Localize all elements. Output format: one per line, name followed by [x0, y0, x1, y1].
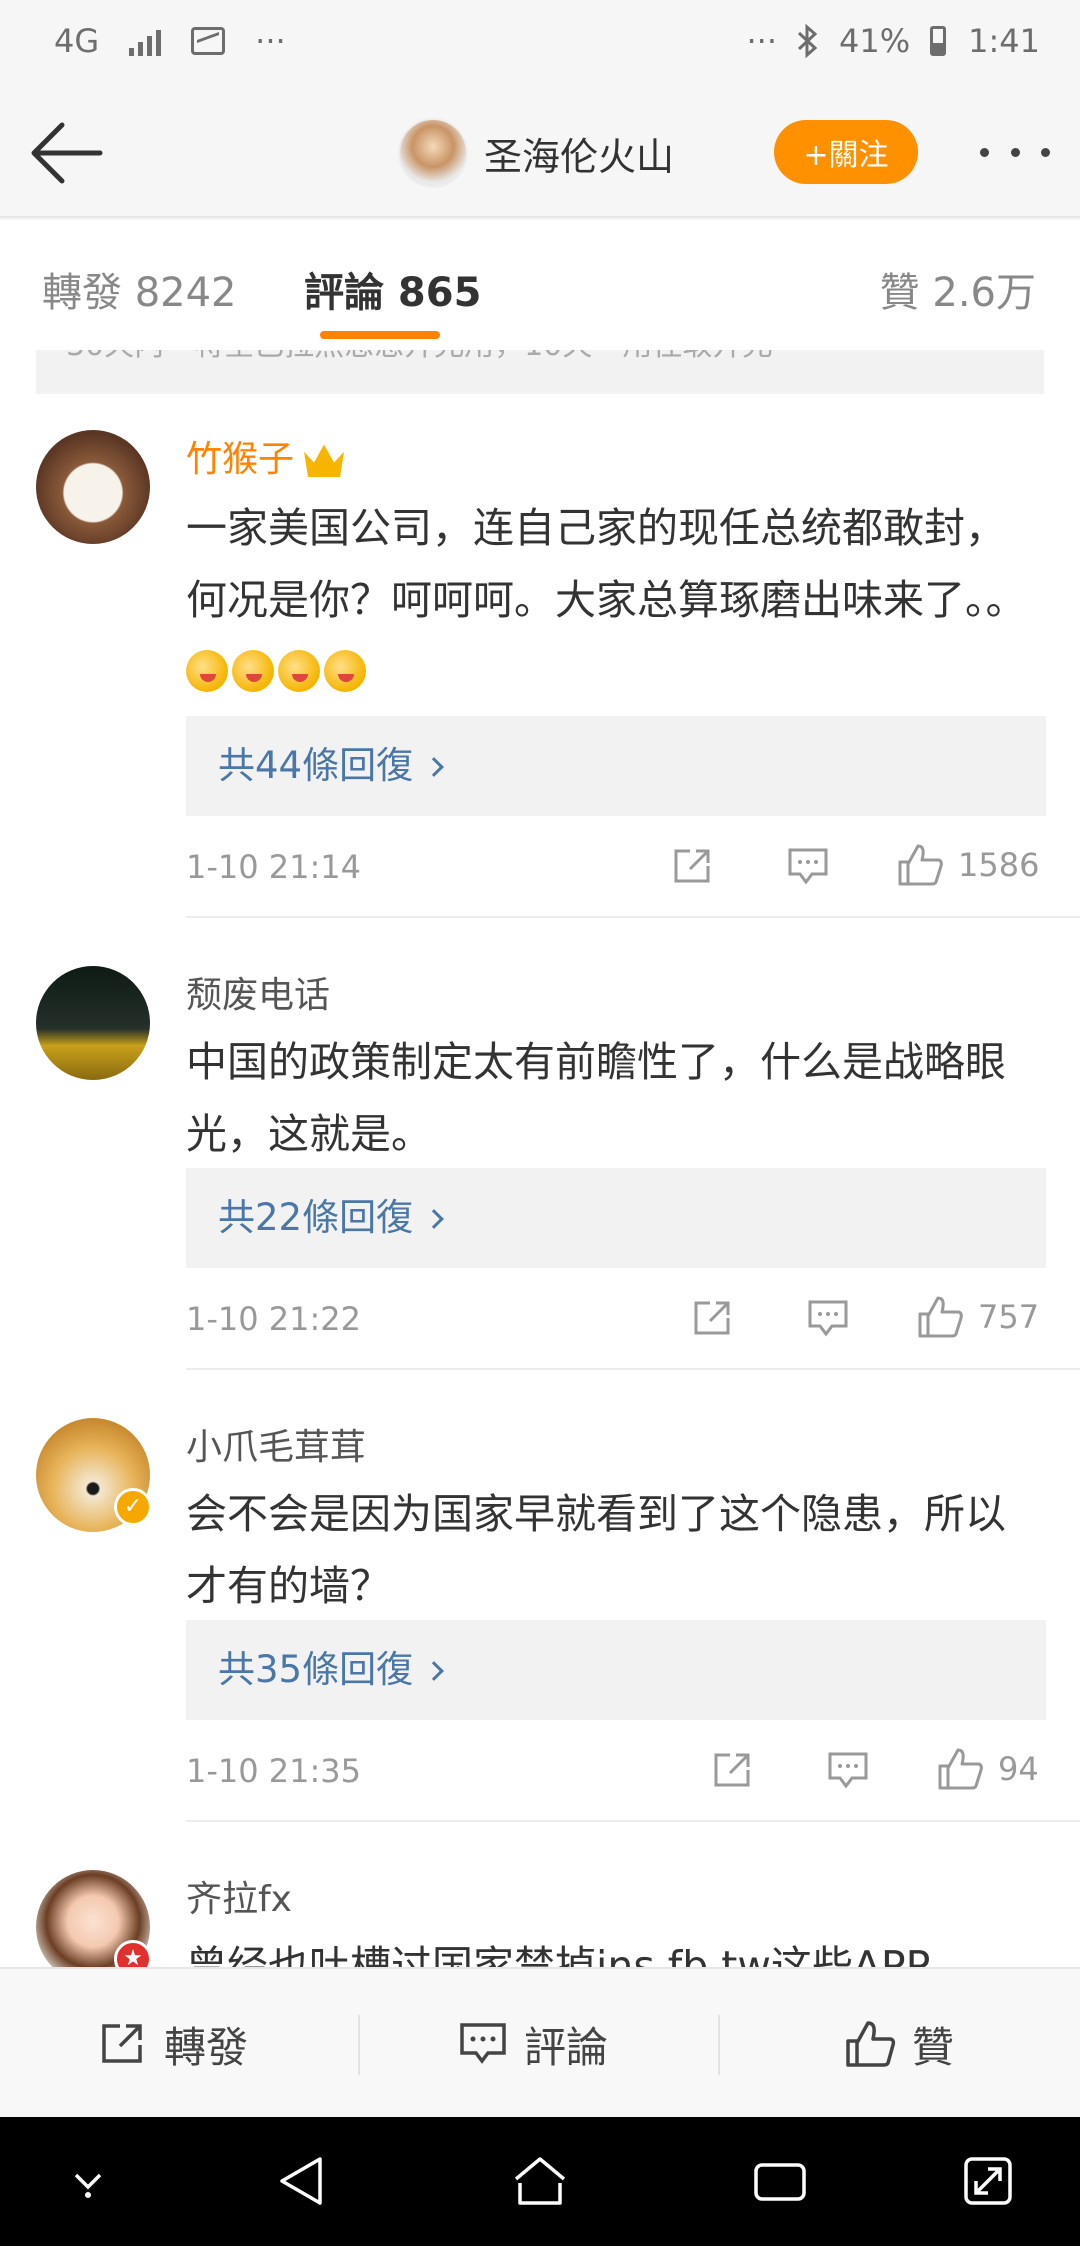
comment-username[interactable]: 小爪毛茸茸 — [186, 1418, 366, 1470]
home-nav-icon[interactable] — [510, 2153, 570, 2209]
comment-icon — [460, 2023, 506, 2064]
hide-keyboard-icon[interactable] — [66, 2165, 110, 2201]
author-name[interactable]: 圣海伦火山 — [484, 126, 674, 181]
tab-bar: 轉發 8242 評論 865 贊 2.6万 — [0, 220, 1080, 350]
like-button[interactable]: 757 — [916, 1294, 1039, 1340]
bottom-action-bar: 轉發 評論 贊 — [0, 1967, 1080, 2117]
comment-username[interactable]: 齐拉fx — [186, 1870, 292, 1922]
top-nav: 圣海伦火山 +關注 — [0, 90, 1080, 218]
back-arrow-icon[interactable] — [28, 118, 108, 188]
vip-crown-icon — [304, 444, 345, 477]
member-badge-icon: ★ — [114, 1940, 152, 1967]
comment-icon[interactable] — [786, 846, 830, 886]
repost-icon — [102, 2024, 142, 2063]
comment-time: 1-10 21:22 — [186, 1300, 362, 1338]
share-icon[interactable] — [690, 1298, 734, 1338]
comment-button[interactable]: 評論 — [458, 1969, 608, 2119]
tab-likes[interactable]: 贊 2.6万 — [880, 260, 1036, 318]
battery-percent: 41% — [839, 22, 911, 60]
emoji-icon — [186, 650, 228, 692]
comment-time: 1-10 21:14 — [186, 848, 362, 886]
like-count: 1586 — [958, 846, 1040, 884]
tab-comments[interactable]: 評論 865 — [304, 260, 481, 318]
recent-apps-icon[interactable] — [752, 2153, 808, 2209]
back-nav-icon[interactable] — [276, 2153, 326, 2209]
post-author[interactable]: 圣海伦火山 — [398, 118, 674, 188]
chevron-right-icon — [424, 1661, 444, 1681]
comment-icon[interactable] — [806, 1298, 850, 1338]
comment-username[interactable]: 竹猴子 — [186, 430, 345, 482]
comment-divider — [186, 916, 1080, 918]
comment-divider — [186, 1820, 1080, 1822]
system-navigation-bar — [0, 2117, 1080, 2246]
like-post-button[interactable]: 贊 — [844, 1969, 954, 2119]
rotate-screen-icon[interactable] — [960, 2153, 1016, 2209]
tab-repost[interactable]: 轉發 8242 — [42, 260, 237, 318]
thumbs-up-icon — [898, 844, 943, 886]
network-indicator: 4G — [54, 22, 100, 60]
separator — [358, 2015, 360, 2075]
user-avatar[interactable] — [36, 966, 150, 1080]
thumbs-up-icon — [846, 2021, 896, 2067]
replies-link[interactable]: 共44條回復 — [186, 716, 1046, 816]
bluetooth-icon — [797, 24, 818, 58]
replies-link[interactable]: 共35條回復 — [186, 1620, 1046, 1720]
share-icon[interactable] — [670, 846, 714, 886]
user-avatar[interactable]: ✓ — [36, 1418, 152, 1532]
like-count: 94 — [998, 1750, 1039, 1788]
more-options-icon[interactable] — [980, 132, 1050, 172]
share-icon[interactable] — [710, 1750, 754, 1790]
comment-icon[interactable] — [826, 1750, 870, 1790]
replies-link[interactable]: 共22條回復 — [186, 1168, 1046, 1268]
user-avatar[interactable]: ★ — [36, 1870, 152, 1967]
comment-list: 30天内一将全已拉照恩恩开允用，10天一用往取开允 竹猴子 一家美国公司，连自己… — [0, 350, 1080, 1967]
gallery-icon — [191, 27, 226, 55]
author-avatar[interactable] — [398, 118, 468, 188]
status-more-left: ··· — [255, 22, 286, 60]
chevron-right-icon — [424, 757, 444, 777]
active-tab-indicator — [320, 331, 440, 339]
clock: 1:41 — [968, 22, 1040, 60]
chevron-right-icon — [424, 1209, 444, 1229]
follow-button[interactable]: +關注 — [774, 120, 918, 184]
repost-button[interactable]: 轉發 — [98, 1969, 248, 2119]
comment-text: 一家美国公司，连自己家的现任总统都敢封，何况是你？呵呵呵。大家总算琢磨出味来了。… — [186, 492, 1046, 708]
like-count: 757 — [978, 1298, 1040, 1336]
comment-text: 中国的政策制定太有前瞻性了，什么是战略眼光，这就是。 — [186, 1038, 1006, 1158]
comment-time: 1-10 21:35 — [186, 1752, 362, 1790]
comment-label: 評論 — [524, 2022, 609, 2072]
status-bar: 4G ··· ··· 41% 1:41 — [0, 0, 1080, 90]
verified-badge-icon: ✓ — [114, 1488, 152, 1526]
comment-username[interactable]: 颓废电话 — [186, 966, 330, 1018]
user-avatar[interactable] — [36, 430, 150, 544]
like-button[interactable]: 1586 — [896, 842, 1039, 888]
like-button[interactable]: 94 — [936, 1746, 1039, 1792]
comment-text: 曾经也吐槽过国家禁掉ins fb tw这些APP， — [186, 1942, 972, 1967]
comment-divider — [186, 1368, 1080, 1370]
signal-icon — [129, 26, 162, 56]
repost-label: 轉發 — [164, 2022, 249, 2072]
notice-banner: 30天内一将全已拉照恩恩开允用，10天一用往取开允 — [36, 350, 1044, 394]
separator — [718, 2015, 720, 2075]
emoji-icon — [232, 650, 274, 692]
comment-text: 会不会是因为国家早就看到了这个隐患，所以才有的墙？ — [186, 1490, 1006, 1610]
like-label: 贊 — [912, 2022, 955, 2072]
thumbs-up-icon — [918, 1296, 963, 1338]
thumbs-up-icon — [938, 1748, 983, 1790]
battery-icon — [930, 26, 947, 56]
status-more-right: ··· — [746, 22, 778, 60]
emoji-icon — [278, 650, 320, 692]
emoji-icon — [324, 650, 366, 692]
